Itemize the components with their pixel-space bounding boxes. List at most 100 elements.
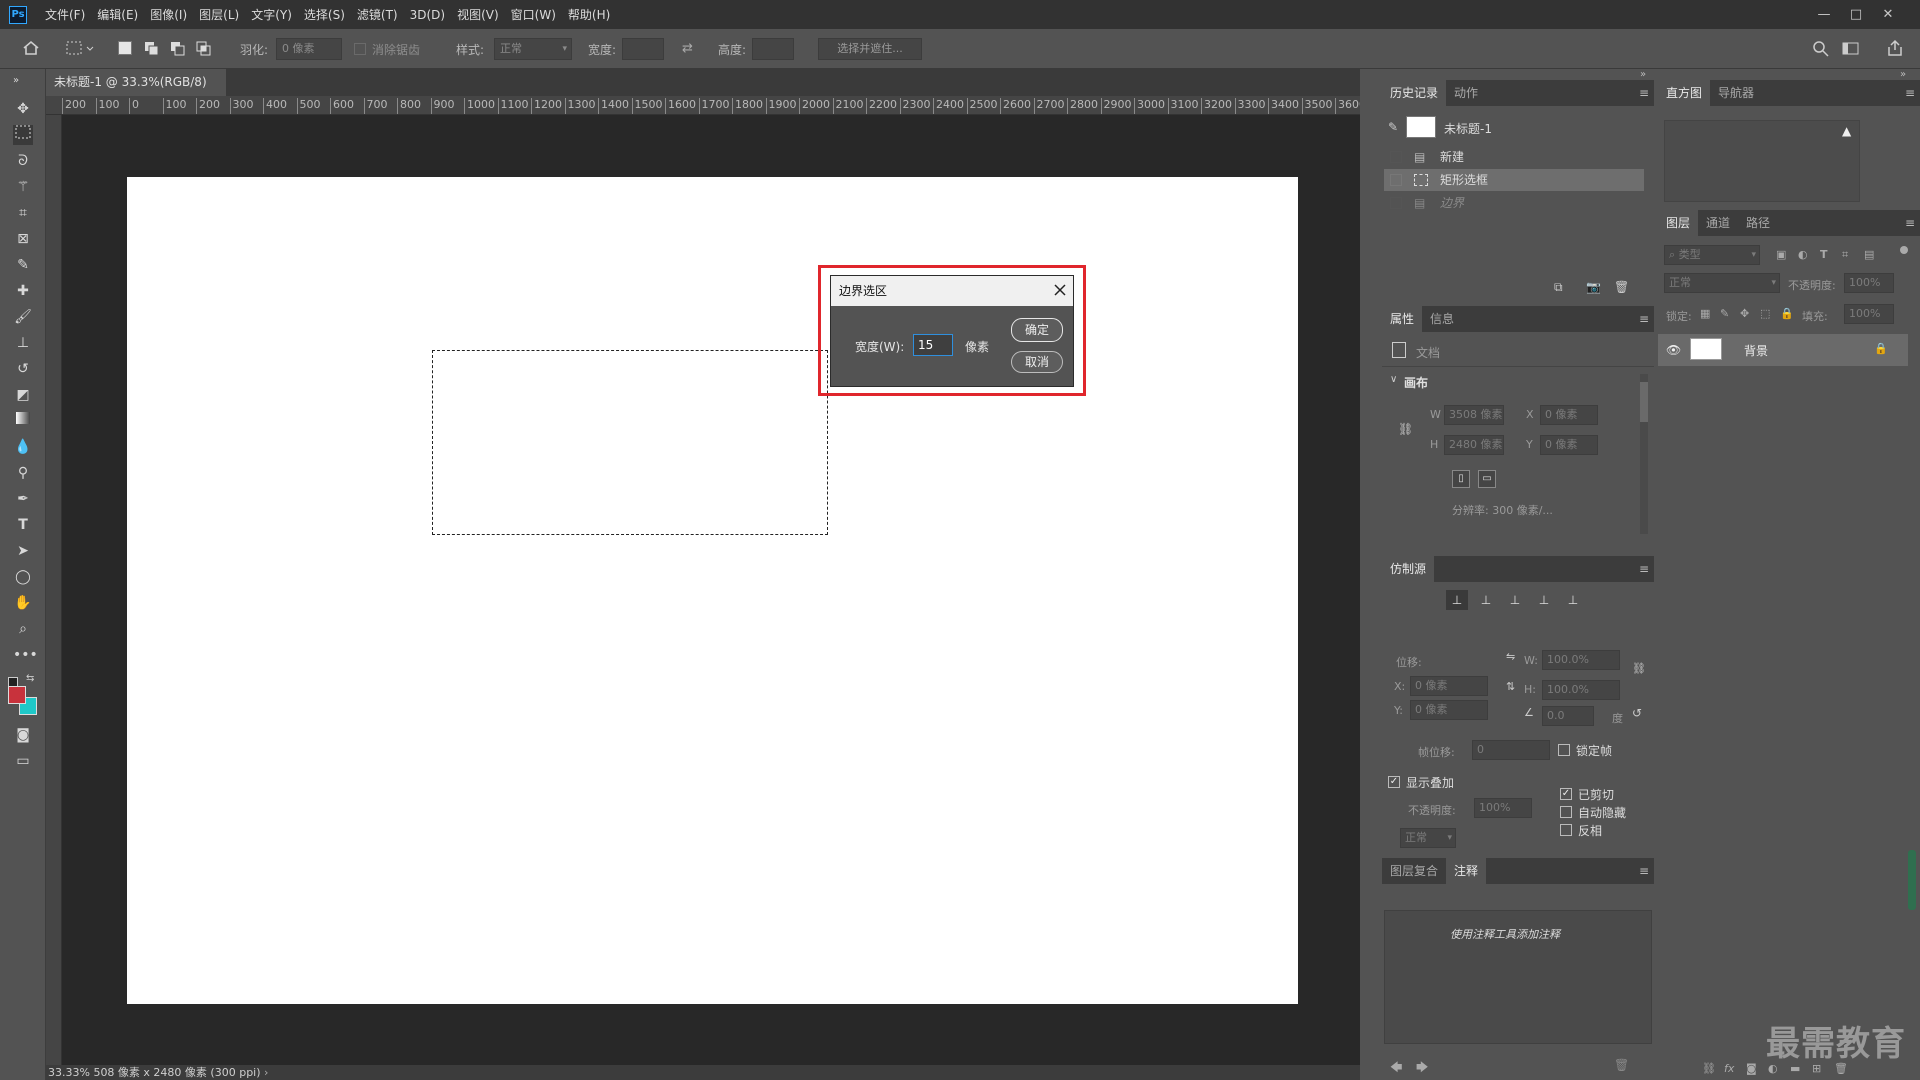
clone-source-2-icon[interactable]: ⊥ (1475, 590, 1497, 610)
auto-hide-checkbox[interactable] (1560, 806, 1572, 818)
home-icon[interactable] (22, 39, 40, 57)
tab-histogram[interactable]: 直方图 (1658, 80, 1711, 106)
canvas-height-input[interactable]: 2480 像素 (1444, 435, 1504, 455)
lock-artboard-icon[interactable]: ⬚ (1760, 307, 1770, 320)
show-overlay-checkbox[interactable]: ✓ (1388, 776, 1400, 788)
trash-icon[interactable]: 🗑 (1614, 1058, 1629, 1072)
panel-menu-icon[interactable]: ≡ (1634, 858, 1654, 884)
workspace-icon[interactable] (1842, 40, 1860, 58)
trash-icon[interactable]: 🗑 (1614, 280, 1629, 294)
menu-help[interactable]: 帮助(H) (562, 6, 616, 23)
eyedropper-tool-icon[interactable]: ✎ (13, 255, 33, 275)
tab-actions[interactable]: 动作 (1446, 80, 1486, 106)
maximize-button[interactable]: □ (1840, 7, 1872, 22)
dialog-close-icon[interactable] (1051, 281, 1069, 299)
fill-input[interactable]: 100% (1844, 304, 1894, 324)
rect-marquee-tool-icon[interactable] (13, 125, 33, 145)
ok-button[interactable]: 确定 (1011, 318, 1063, 342)
search-icon[interactable] (1812, 40, 1830, 58)
angle-input[interactable]: 0.0 (1542, 706, 1594, 726)
filter-type-icon[interactable]: T (1820, 248, 1828, 261)
frame-offset-input[interactable]: 0 (1472, 740, 1550, 760)
healing-brush-tool-icon[interactable]: ✚ (13, 281, 33, 301)
panel-menu-icon[interactable]: ≡ (1634, 80, 1654, 106)
panel-menu-icon[interactable]: ≡ (1634, 556, 1654, 582)
menu-layer[interactable]: 图层(L) (193, 6, 245, 23)
layer-row[interactable]: 👁 背景 🔒 (1658, 334, 1908, 366)
menu-view[interactable]: 视图(V) (451, 6, 505, 23)
flip-vertical-icon[interactable]: ⇅ (1506, 680, 1515, 693)
gradient-tool-icon[interactable] (13, 411, 33, 431)
warning-icon[interactable]: ▲ (1842, 124, 1851, 138)
filter-shape-icon[interactable]: ⌗ (1842, 248, 1848, 262)
subtract-selection-icon[interactable] (170, 41, 186, 57)
offset-y-input[interactable]: 0 像素 (1410, 700, 1488, 720)
menu-3d[interactable]: 3D(D) (404, 8, 451, 22)
border-width-input[interactable]: 15 (913, 334, 953, 356)
history-item-active[interactable]: 矩形选框 (1384, 169, 1644, 191)
tab-channels[interactable]: 通道 (1698, 210, 1738, 236)
tab-notes[interactable]: 注释 (1446, 858, 1487, 884)
type-tool-icon[interactable]: T (13, 515, 33, 535)
screen-mode-icon[interactable]: ▭ (13, 751, 33, 771)
tab-history[interactable]: 历史记录 (1382, 80, 1447, 106)
clone-source-4-icon[interactable]: ⊥ (1533, 590, 1555, 610)
menu-type[interactable]: 文字(Y) (245, 6, 298, 23)
history-source-checkbox[interactable] (1390, 174, 1402, 186)
lock-all-icon[interactable]: 🔒 (1780, 307, 1794, 320)
visibility-eye-icon[interactable]: 👁 (1666, 343, 1681, 357)
marquee-preset-icon[interactable] (66, 40, 96, 58)
magic-wand-tool-icon[interactable]: ⚚ (13, 177, 33, 197)
path-selection-tool-icon[interactable]: ➤ (13, 541, 33, 561)
layer-style-icon[interactable]: fx (1724, 1062, 1734, 1075)
eraser-tool-icon[interactable]: ◩ (13, 385, 33, 405)
minimize-button[interactable]: — (1808, 7, 1840, 22)
layer-opacity-input[interactable]: 100% (1844, 273, 1894, 293)
offset-x-input[interactable]: 0 像素 (1410, 676, 1488, 696)
menu-window[interactable]: 窗口(W) (505, 6, 562, 23)
invert-checkbox[interactable] (1560, 824, 1572, 836)
brush-tool-icon[interactable]: 🖌 (13, 307, 33, 327)
history-item[interactable]: ▤ 边界 (1384, 192, 1644, 214)
layer-filter-select[interactable]: ⌕ 类型 ▾ (1664, 245, 1760, 265)
frame-tool-icon[interactable]: ⊠ (13, 229, 33, 249)
canvas-width-input[interactable]: 3508 像素 (1444, 405, 1504, 425)
status-chevron-icon[interactable]: › (264, 1066, 268, 1079)
style-select[interactable]: 正常 ▾ (494, 38, 572, 60)
swap-dimensions-icon[interactable]: ⇄ (682, 41, 698, 57)
filter-smart-object-icon[interactable]: ▤ (1864, 248, 1874, 261)
overlay-blend-select[interactable]: 正常 ▾ (1400, 828, 1456, 848)
lock-position-icon[interactable]: ✥ (1740, 307, 1749, 320)
hand-tool-icon[interactable]: ✋ (13, 593, 33, 613)
clone-source-5-icon[interactable]: ⊥ (1562, 590, 1584, 610)
lock-transparent-icon[interactable]: ▦ (1700, 307, 1710, 320)
ellipse-tool-icon[interactable]: ◯ (13, 567, 33, 587)
portrait-orientation-icon[interactable]: ▯ (1452, 470, 1470, 488)
maintain-aspect-link-icon[interactable]: ⛓ (1632, 662, 1646, 675)
layers-scrollbar[interactable] (1908, 850, 1916, 910)
intersect-selection-icon[interactable] (196, 41, 212, 57)
tab-info[interactable]: 信息 (1422, 306, 1462, 332)
history-source-checkbox[interactable] (1390, 151, 1402, 163)
canvas-y-input[interactable]: 0 像素 (1540, 435, 1598, 455)
lock-image-icon[interactable]: ✎ (1720, 307, 1729, 320)
tab-layer-comps[interactable]: 图层复合 (1382, 858, 1446, 884)
panel-menu-icon[interactable]: ≡ (1634, 306, 1654, 332)
add-selection-icon[interactable] (144, 41, 160, 57)
next-note-icon[interactable]: 🡆 (1416, 1058, 1428, 1079)
tab-clone-source[interactable]: 仿制源 (1382, 556, 1435, 582)
properties-scrollbar[interactable] (1640, 374, 1648, 534)
menu-filter[interactable]: 滤镜(T) (351, 6, 404, 23)
select-and-mask-button[interactable]: 选择并遮住... (818, 38, 922, 60)
more-tools-icon[interactable]: ••• (13, 645, 38, 665)
link-icon[interactable]: ⛓ (1398, 422, 1413, 436)
chevron-down-icon[interactable]: ∨ (1390, 374, 1397, 385)
filter-pixel-icon[interactable]: ▣ (1776, 248, 1786, 261)
overlay-opacity-input[interactable]: 100% (1474, 798, 1532, 818)
tab-paths[interactable]: 路径 (1738, 210, 1778, 236)
lock-frame-checkbox[interactable] (1558, 744, 1570, 756)
canvas-x-input[interactable]: 0 像素 (1540, 405, 1598, 425)
share-icon[interactable] (1886, 39, 1904, 57)
zoom-tool-icon[interactable]: ⌕ (13, 619, 33, 639)
tab-layers[interactable]: 图层 (1658, 210, 1699, 236)
